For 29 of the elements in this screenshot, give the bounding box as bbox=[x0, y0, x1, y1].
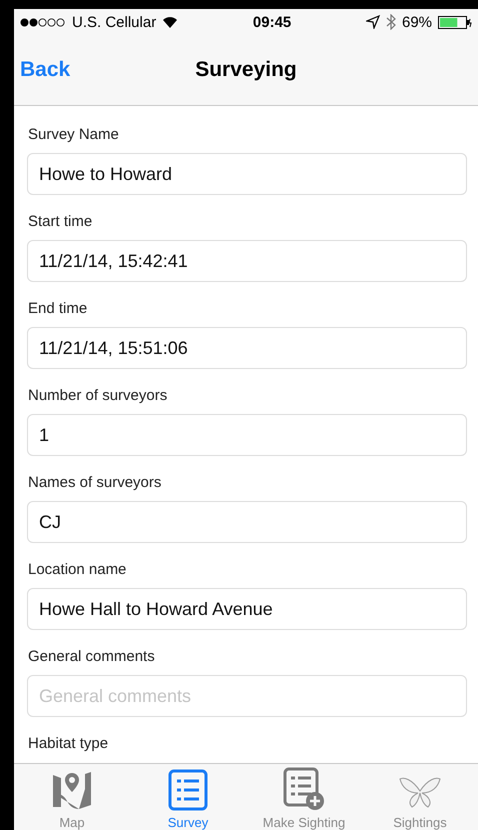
input-field[interactable]: Howe to Howard bbox=[27, 153, 467, 195]
battery-icon bbox=[438, 16, 472, 28]
carrier-name: U.S. Cellular bbox=[72, 14, 156, 30]
field-label: General comments bbox=[28, 648, 155, 665]
list-add-icon bbox=[283, 767, 325, 811]
input-field[interactable]: CJ bbox=[27, 501, 467, 543]
field-label: Location name bbox=[28, 561, 126, 578]
input-field[interactable]: General comments bbox=[27, 675, 467, 717]
battery-percentage: 69% bbox=[402, 14, 432, 30]
clock-time: 09:45 bbox=[252, 14, 292, 30]
field-label: Habitat type bbox=[28, 735, 108, 752]
field-label: End time bbox=[28, 300, 88, 317]
map-pin-icon bbox=[51, 769, 93, 811]
input-field[interactable]: 1 bbox=[27, 414, 467, 456]
field-label: Survey Name bbox=[28, 126, 119, 143]
input-field[interactable]: 11/21/14, 15:42:41 bbox=[27, 240, 467, 282]
wifi-icon bbox=[162, 16, 178, 28]
tab-bar-item[interactable]: Survey bbox=[130, 764, 246, 830]
input-field[interactable]: Howe Hall to Howard Avenue bbox=[27, 588, 467, 630]
field-label: Start time bbox=[28, 213, 92, 230]
location-arrow-icon bbox=[366, 15, 380, 29]
input-field[interactable]: 11/21/14, 15:51:06 bbox=[27, 327, 467, 369]
screen-title: Surveying bbox=[195, 58, 297, 82]
signal-strength-icon bbox=[20, 18, 66, 26]
field-label: Number of surveyors bbox=[28, 387, 168, 404]
bluetooth-icon bbox=[386, 14, 396, 30]
field-label: Names of surveyors bbox=[28, 474, 162, 491]
list-icon bbox=[168, 769, 208, 811]
back-button[interactable]: Back bbox=[20, 58, 70, 82]
